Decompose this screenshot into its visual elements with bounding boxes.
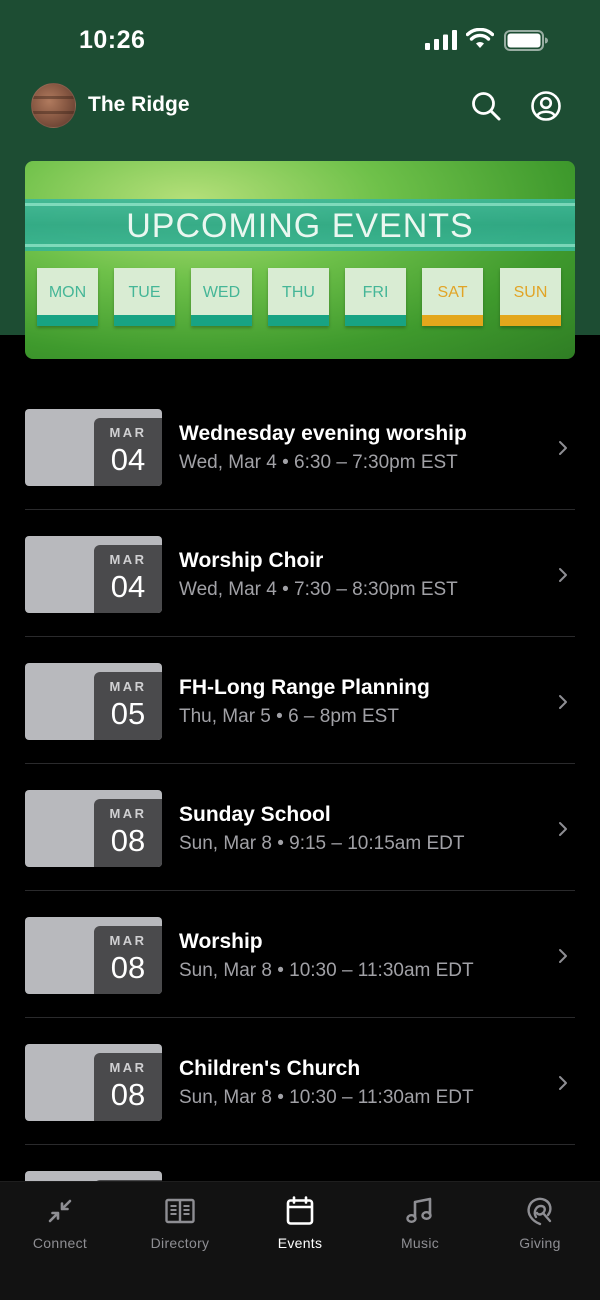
battery-icon: [504, 30, 548, 51]
page-title: The Ridge: [88, 93, 190, 116]
date-chip-month: MAR: [109, 933, 147, 948]
status-time: 10:26: [79, 26, 146, 54]
date-chip-month: MAR: [109, 552, 147, 567]
event-datetime: Sun, Mar 8 • 10:30 – 11:30am EDT: [179, 1087, 474, 1108]
tab-connect[interactable]: Connect: [0, 1182, 120, 1272]
date-chip: MAR 04: [94, 545, 162, 613]
date-chip: MAR 04: [94, 418, 162, 486]
date-chip-day: 04: [110, 569, 146, 604]
date-chip-month: MAR: [109, 806, 147, 821]
banner-day: MON: [37, 268, 98, 326]
event-row[interactable]: MAR 08 Children's Church Sun, Mar 8 • 10…: [0, 1018, 600, 1145]
date-chip: MAR 08: [94, 1053, 162, 1121]
tab-label: Events: [277, 1235, 323, 1251]
connect-arrows-icon: [48, 1199, 72, 1223]
date-chip-day: 05: [110, 696, 146, 731]
book-icon: [165, 1198, 195, 1224]
event-thumbnail: MAR 04: [25, 536, 162, 613]
tab-events[interactable]: Events: [240, 1182, 360, 1272]
tab-label: Giving: [519, 1235, 561, 1251]
app-header: The Ridge: [0, 80, 600, 136]
event-datetime: Sun, Mar 8 • 10:30 – 11:30am EDT: [179, 960, 474, 981]
chevron-right-icon: [559, 949, 567, 963]
date-chip-day: 04: [110, 442, 146, 477]
chevron-right-icon: [559, 568, 567, 582]
date-chip: MAR 08: [94, 799, 162, 867]
chevron-right-icon: [559, 822, 567, 836]
date-chip: MAR 08: [94, 926, 162, 994]
event-title: Worship: [179, 930, 263, 953]
tab-directory[interactable]: Directory: [120, 1182, 240, 1272]
event-datetime: Wed, Mar 4 • 7:30 – 8:30pm EST: [179, 579, 458, 600]
bottom-tab-bar: Connect Directory Events Music Giving: [0, 1181, 600, 1300]
wifi-icon: [466, 28, 494, 48]
event-datetime: Thu, Mar 5 • 6 – 8pm EST: [179, 706, 399, 727]
banner-days: MON TUE WED THU FRI SAT SUN: [37, 268, 567, 328]
status-bar: 10:26: [0, 0, 600, 80]
date-chip-day: 08: [110, 950, 146, 985]
cellular-signal-icon: [425, 30, 457, 50]
event-thumbnail: MAR 05: [25, 663, 162, 740]
chevron-right-icon: [559, 695, 567, 709]
event-datetime: Wed, Mar 4 • 6:30 – 7:30pm EST: [179, 452, 458, 473]
banner-day: TUE: [114, 268, 175, 326]
date-chip-month: MAR: [109, 679, 147, 694]
tab-music[interactable]: Music: [360, 1182, 480, 1272]
banner-day: WED: [191, 268, 252, 326]
event-title: Sunday School: [179, 803, 331, 826]
tab-label: Directory: [150, 1235, 210, 1251]
event-row[interactable]: MAR 05 FH-Long Range Planning Thu, Mar 5…: [0, 637, 600, 764]
event-thumbnail: MAR 08: [25, 790, 162, 867]
event-row[interactable]: MAR 04 Wednesday evening worship Wed, Ma…: [0, 383, 600, 510]
search-icon[interactable]: [470, 90, 502, 122]
banner-day: SUN: [500, 268, 561, 326]
calendar-icon: [286, 1196, 314, 1225]
date-chip-day: 08: [110, 823, 146, 858]
tab-label: Music: [400, 1235, 440, 1251]
profile-icon[interactable]: [530, 90, 562, 122]
chevron-right-icon: [559, 1076, 567, 1090]
event-row[interactable]: MAR 08 Sunday School Sun, Mar 8 • 9:15 –…: [0, 764, 600, 891]
event-row[interactable]: MAR 08 Worship Sun, Mar 8 • 10:30 – 11:3…: [0, 891, 600, 1018]
giving-icon: [527, 1197, 552, 1226]
date-chip-month: MAR: [109, 1060, 147, 1075]
event-title: Wednesday evening worship: [179, 422, 467, 445]
music-note-icon: [406, 1197, 432, 1224]
event-row[interactable]: MAR 04 Worship Choir Wed, Mar 4 • 7:30 –…: [0, 510, 600, 637]
upcoming-events-banner[interactable]: UPCOMING EVENTS MON TUE WED THU FRI SAT …: [25, 161, 575, 359]
church-avatar[interactable]: [31, 83, 76, 128]
banner-day: FRI: [345, 268, 406, 326]
banner-day: THU: [268, 268, 329, 326]
event-thumbnail: MAR 08: [25, 917, 162, 994]
date-chip-day: 08: [110, 1077, 146, 1112]
event-title: FH-Long Range Planning: [179, 676, 430, 699]
event-datetime: Sun, Mar 8 • 9:15 – 10:15am EDT: [179, 833, 465, 854]
date-chip: MAR 05: [94, 672, 162, 740]
event-title: Worship Choir: [179, 549, 324, 572]
banner-title: UPCOMING EVENTS: [126, 207, 474, 245]
event-thumbnail: MAR 04: [25, 409, 162, 486]
event-thumbnail: MAR 08: [25, 1044, 162, 1121]
tab-giving[interactable]: Giving: [480, 1182, 600, 1272]
banner-day: SAT: [422, 268, 483, 326]
date-chip-month: MAR: [109, 425, 147, 440]
chevron-right-icon: [559, 441, 567, 455]
event-title: Children's Church: [179, 1057, 361, 1080]
tab-label: Connect: [32, 1235, 88, 1251]
